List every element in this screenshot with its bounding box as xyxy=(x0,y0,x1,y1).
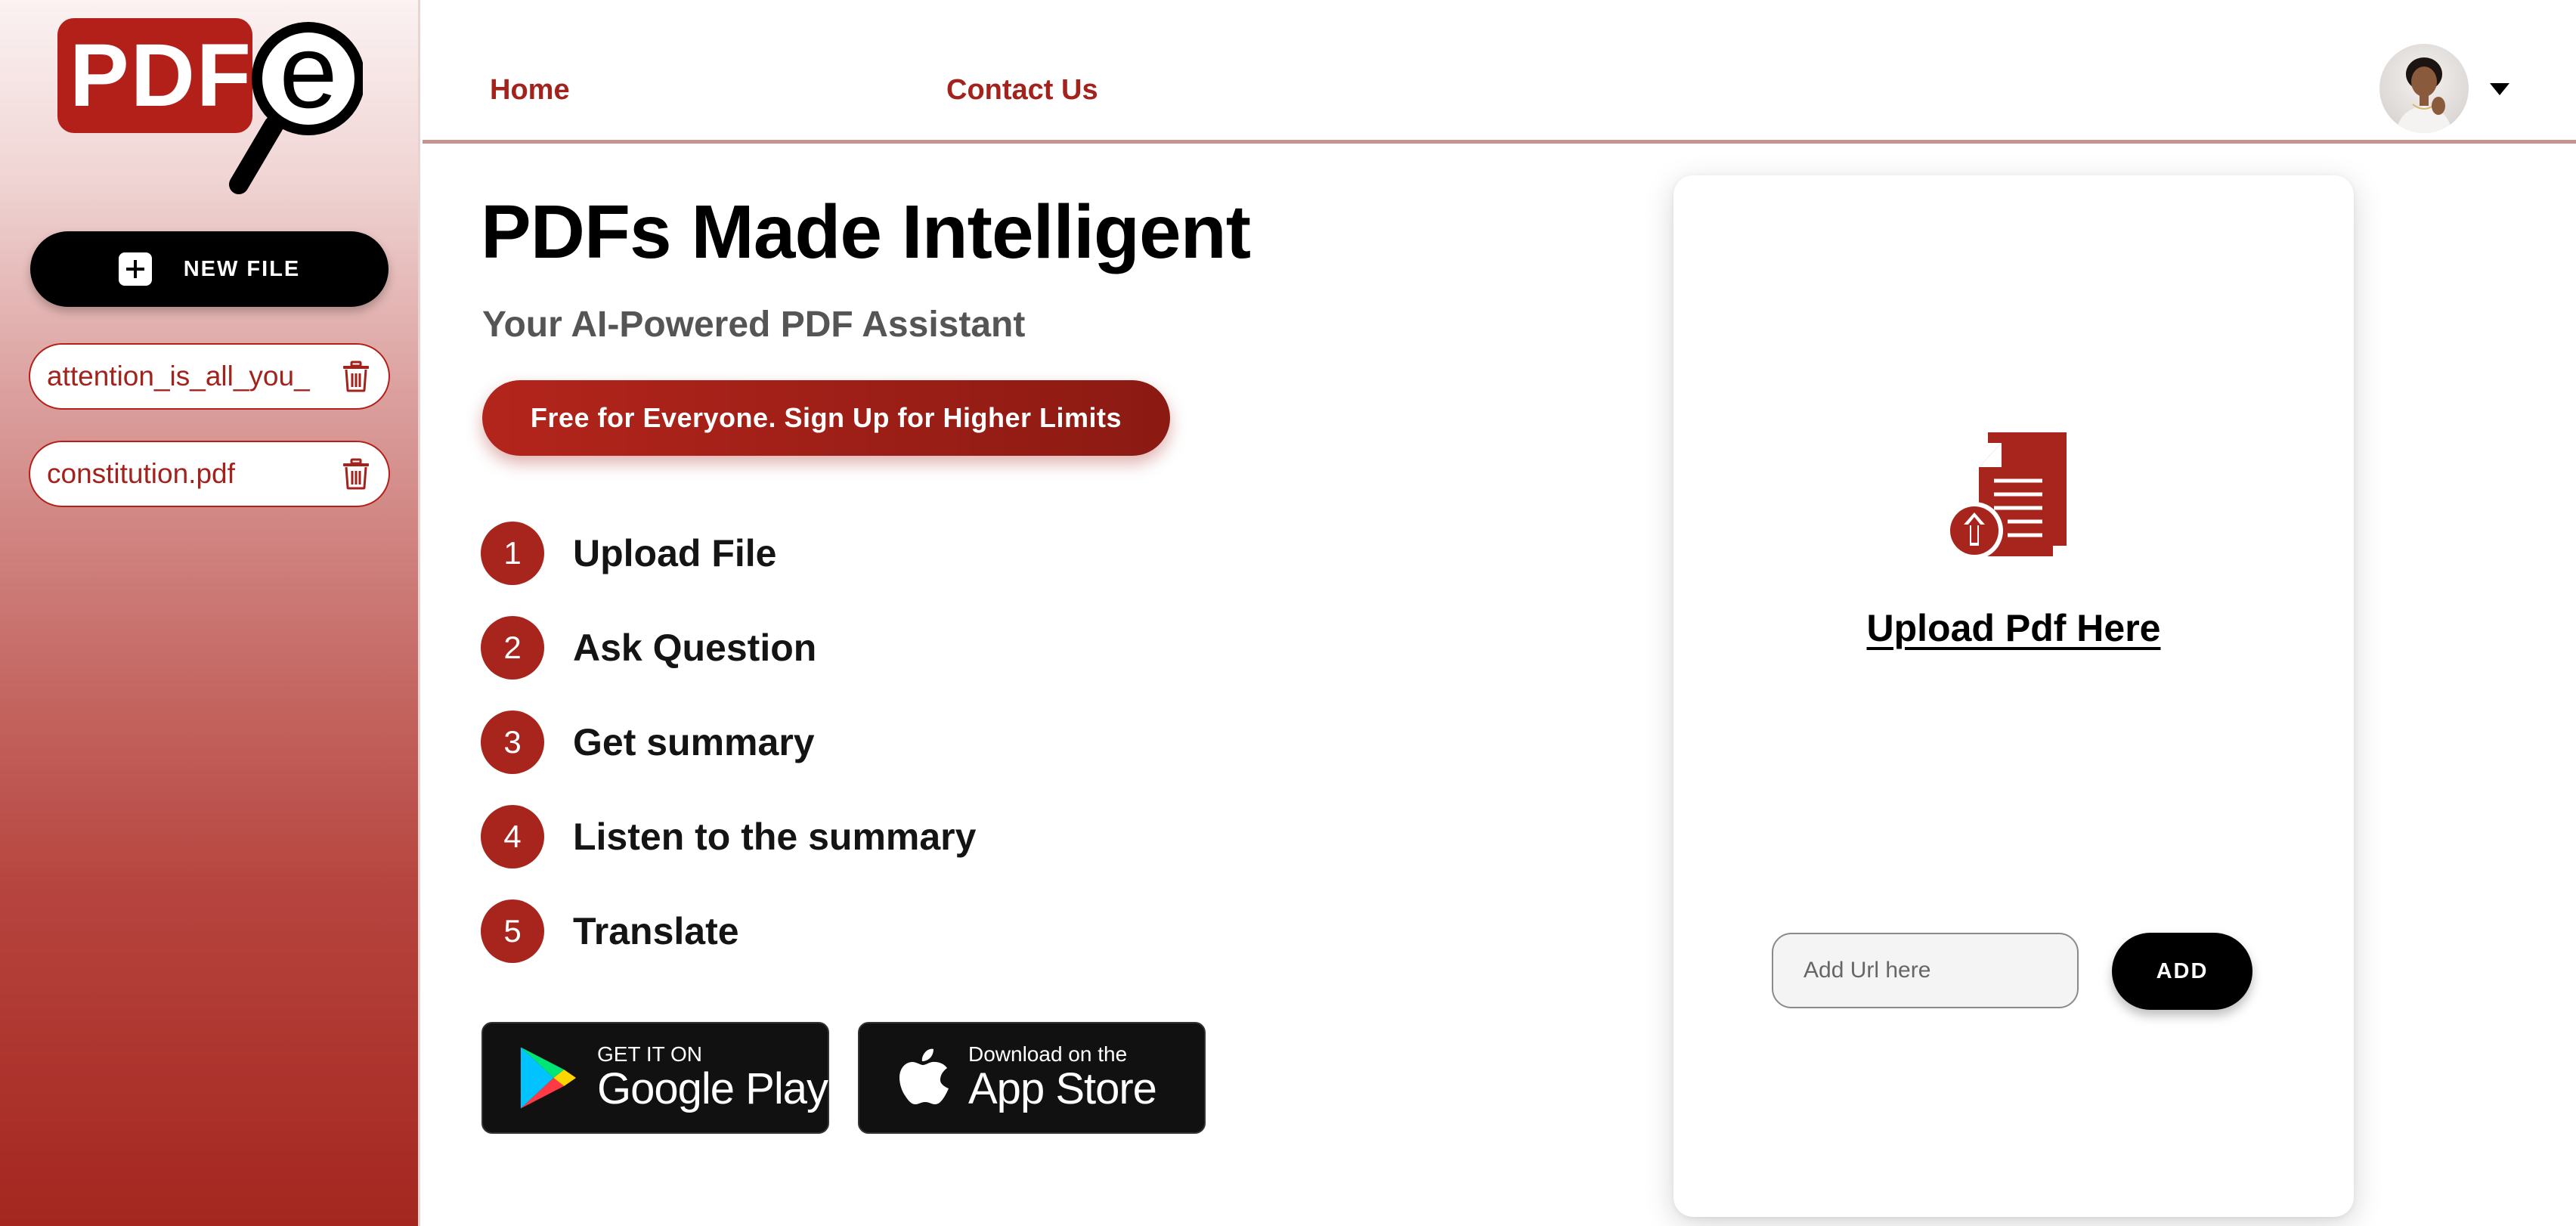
page-title: PDFs Made Intelligent xyxy=(481,190,1251,274)
google-badge-big: Google Play xyxy=(597,1064,828,1113)
step-label: Listen to the summary xyxy=(573,816,977,858)
apple-badge-big: App Store xyxy=(968,1064,1157,1113)
step-item: 2 Ask Question xyxy=(481,615,816,680)
top-header xyxy=(423,0,2576,144)
sidebar: PDF e NEW FILE attention_is_all_you_ con… xyxy=(0,0,420,1226)
google-play-icon xyxy=(520,1047,577,1109)
pdf-upload-icon[interactable] xyxy=(1940,425,2091,561)
url-input[interactable] xyxy=(1772,933,2079,1008)
upload-card: Upload Pdf Here ADD xyxy=(1673,175,2354,1217)
step-number: 3 xyxy=(481,711,544,774)
signup-cta-button[interactable]: Free for Everyone. Sign Up for Higher Li… xyxy=(482,380,1170,456)
apple-icon xyxy=(899,1048,949,1104)
step-number: 1 xyxy=(481,522,544,585)
step-item: 5 Translate xyxy=(481,899,739,964)
upload-pdf-link[interactable]: Upload Pdf Here xyxy=(1673,606,2354,650)
nav-home-link[interactable]: Home xyxy=(490,74,570,107)
new-file-button[interactable]: NEW FILE xyxy=(30,231,389,307)
step-number: 4 xyxy=(481,805,544,868)
app-logo[interactable]: PDF e xyxy=(57,14,363,198)
trash-icon[interactable] xyxy=(342,361,370,392)
google-badge-small: GET IT ON xyxy=(597,1042,703,1066)
app-store-badge[interactable]: Download on the App Store xyxy=(858,1022,1206,1134)
file-item[interactable]: constitution.pdf xyxy=(29,441,390,507)
google-play-badge[interactable]: GET IT ON Google Play xyxy=(481,1022,829,1134)
step-label: Translate xyxy=(573,910,739,952)
user-avatar[interactable] xyxy=(2379,44,2469,133)
trash-icon[interactable] xyxy=(342,458,370,490)
step-item: 1 Upload File xyxy=(481,521,776,586)
step-label: Upload File xyxy=(573,532,777,574)
step-number: 2 xyxy=(481,616,544,680)
step-number: 5 xyxy=(481,899,544,963)
file-name: constitution.pdf xyxy=(47,458,235,489)
plus-icon xyxy=(118,252,152,286)
apple-badge-small: Download on the xyxy=(968,1042,1128,1066)
file-name: attention_is_all_you_ xyxy=(47,361,310,392)
step-item: 4 Listen to the summary xyxy=(481,804,976,869)
logo-letter: e xyxy=(279,14,338,130)
file-item[interactable]: attention_is_all_you_ xyxy=(29,343,390,410)
add-url-button[interactable]: ADD xyxy=(2112,933,2252,1010)
avatar-portrait xyxy=(2396,57,2452,133)
new-file-label: NEW FILE xyxy=(183,256,301,281)
caret-down-icon[interactable] xyxy=(2488,82,2511,97)
step-label: Get summary xyxy=(573,721,815,763)
step-label: Ask Question xyxy=(573,627,817,669)
nav-contact-link[interactable]: Contact Us xyxy=(946,74,1098,107)
step-item: 3 Get summary xyxy=(481,710,815,775)
page-subtitle: Your AI-Powered PDF Assistant xyxy=(482,305,1026,345)
